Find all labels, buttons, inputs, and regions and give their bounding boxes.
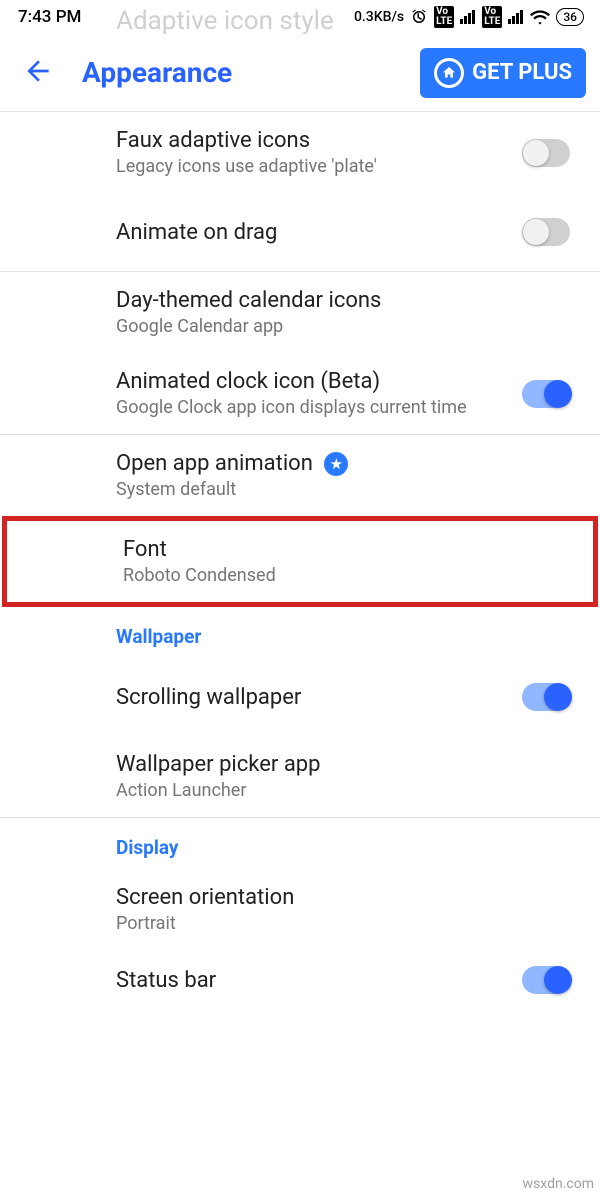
section-display: Display: [0, 818, 600, 869]
network-speed: 0.3KB/s: [354, 9, 404, 25]
get-plus-label: GET PLUS: [472, 60, 572, 85]
item-status-bar[interactable]: Status bar: [0, 950, 600, 1010]
item-subtitle: Action Launcher: [116, 780, 578, 801]
item-title: Screen orientation: [116, 885, 578, 910]
home-icon: [434, 58, 464, 88]
status-bar: 7:43 PM 0.3KB/s VoLTE VoLTE 36: [0, 0, 600, 34]
back-icon[interactable]: [22, 55, 54, 91]
item-title: Scrolling wallpaper: [116, 685, 510, 710]
app-bar: Appearance GET PLUS: [0, 34, 600, 112]
item-title-text: Open app animation: [116, 451, 313, 476]
item-subtitle: Google Calendar app: [116, 316, 578, 337]
item-animate-drag[interactable]: Animate on drag: [0, 193, 600, 271]
item-scrolling-wallpaper[interactable]: Scrolling wallpaper: [0, 658, 600, 736]
volte-badge-2: VoLTE: [482, 6, 502, 28]
watermark: wsxdn.com: [523, 1176, 594, 1192]
wifi-icon: [530, 9, 550, 25]
toggle-animate[interactable]: [522, 218, 570, 246]
toggle-clock[interactable]: [522, 380, 570, 408]
item-title: Animate on drag: [116, 220, 510, 245]
item-font[interactable]: Font Roboto Condensed: [2, 516, 598, 607]
item-subtitle: Google Clock app icon displays current t…: [116, 397, 510, 418]
item-title: Wallpaper picker app: [116, 752, 578, 777]
item-subtitle: Portrait: [116, 913, 578, 934]
signal-icon-1: [460, 10, 476, 24]
section-wallpaper: Wallpaper: [0, 607, 600, 658]
page-title: Appearance: [82, 56, 392, 89]
status-right: 0.3KB/s VoLTE VoLTE 36: [354, 6, 584, 28]
get-plus-button[interactable]: GET PLUS: [420, 48, 586, 98]
item-open-app-animation[interactable]: Open app animation ★ System default: [0, 435, 600, 516]
item-subtitle: System default: [116, 479, 578, 500]
item-title: Status bar: [116, 968, 510, 993]
alarm-icon: [410, 8, 428, 26]
item-calendar-icons[interactable]: Day-themed calendar icons Google Calenda…: [0, 272, 600, 353]
item-screen-orientation[interactable]: Screen orientation Portrait: [0, 869, 600, 950]
status-time: 7:43 PM: [18, 7, 81, 27]
item-title: Open app animation ★: [116, 451, 578, 476]
item-subtitle: Legacy icons use adaptive 'plate': [116, 156, 510, 177]
item-title: Font: [123, 537, 571, 562]
item-title: Faux adaptive icons: [116, 128, 510, 153]
volte-badge-1: VoLTE: [434, 6, 454, 28]
toggle-faux[interactable]: [522, 139, 570, 167]
signal-icon-2: [508, 10, 524, 24]
settings-list: Faux adaptive icons Legacy icons use ada…: [0, 112, 600, 1010]
battery-indicator: 36: [556, 8, 584, 26]
item-subtitle: Roboto Condensed: [123, 565, 571, 586]
item-title: Day-themed calendar icons: [116, 288, 578, 313]
item-faux-adaptive[interactable]: Faux adaptive icons Legacy icons use ada…: [0, 112, 600, 193]
item-wallpaper-picker[interactable]: Wallpaper picker app Action Launcher: [0, 736, 600, 817]
toggle-statusbar[interactable]: [522, 966, 570, 994]
item-animated-clock[interactable]: Animated clock icon (Beta) Google Clock …: [0, 353, 600, 434]
toggle-scrollwp[interactable]: [522, 683, 570, 711]
item-title: Animated clock icon (Beta): [116, 369, 510, 394]
star-icon: ★: [324, 452, 348, 476]
